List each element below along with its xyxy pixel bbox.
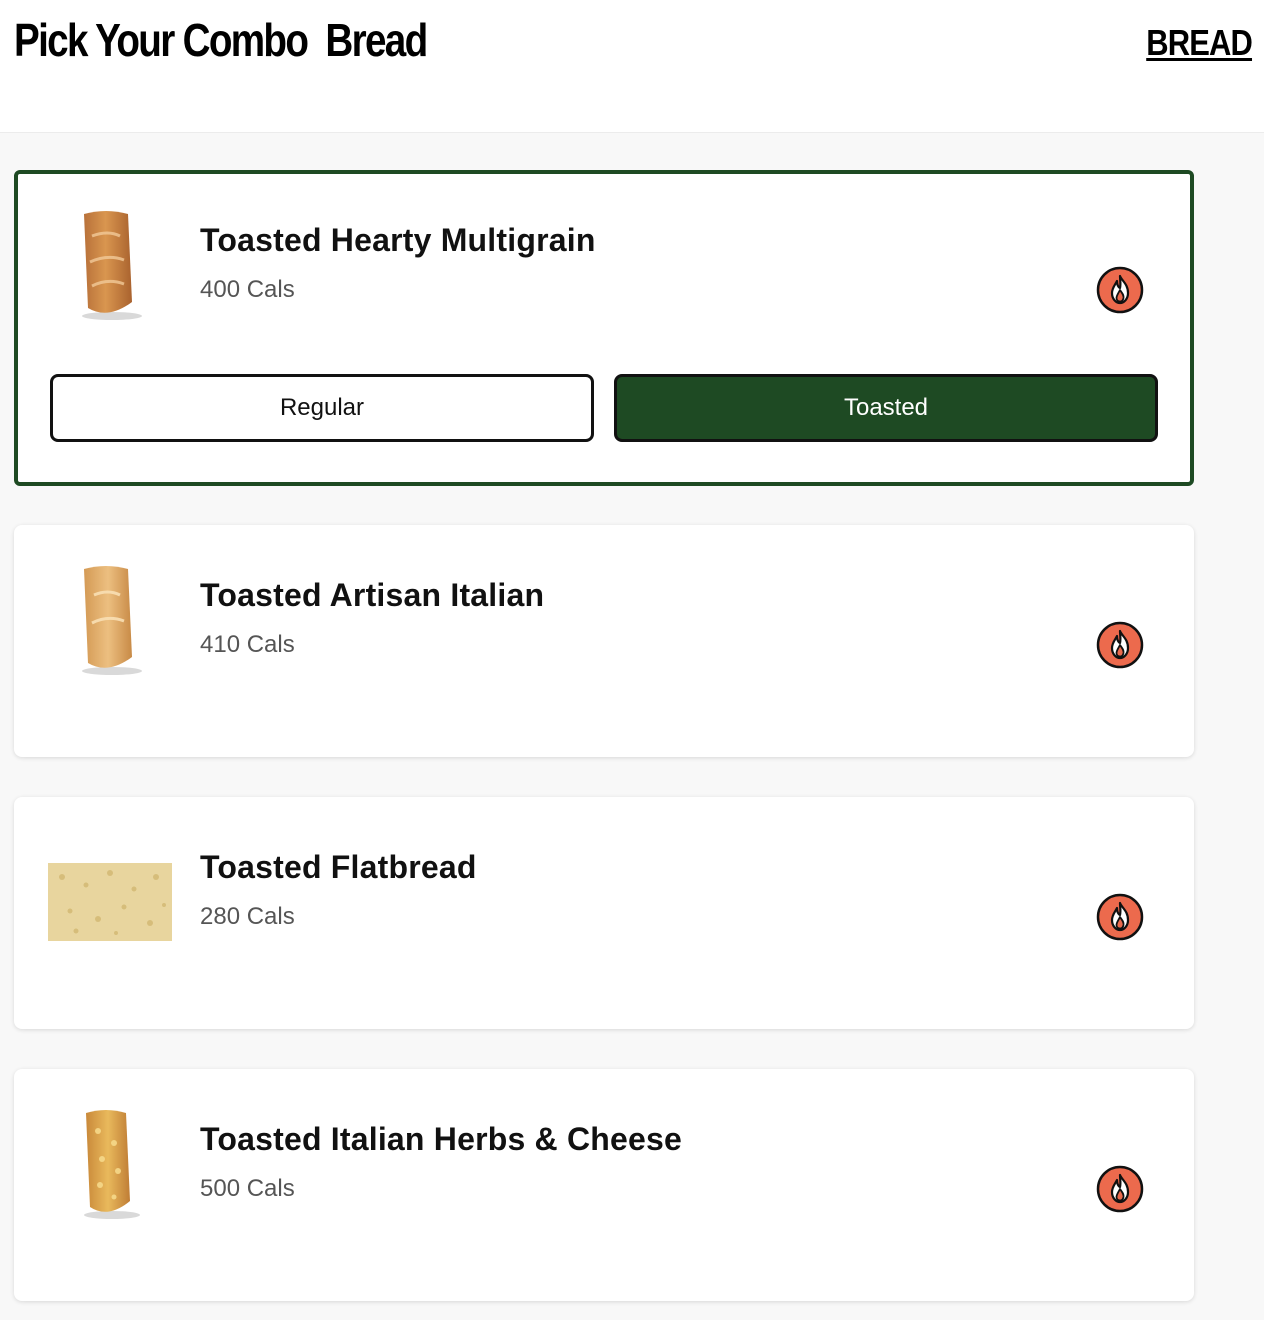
fire-icon <box>1096 621 1144 669</box>
bread-name: Toasted Flatbread <box>200 849 477 885</box>
bread-option-flatbread[interactable]: Toasted Flatbread 280 Cals <box>14 797 1194 1029</box>
italian-bread-image <box>82 566 142 675</box>
fire-icon <box>1096 1165 1144 1213</box>
bread-calories: 500 Cals <box>200 1175 295 1202</box>
bread-name: Toasted Italian Herbs & Cheese <box>200 1121 682 1157</box>
multigrain-bread-image <box>82 211 142 320</box>
page-title: Pick Your Combo Bread <box>14 14 428 66</box>
toast-options: Regular Toasted <box>50 374 1158 442</box>
bread-option-artisan-italian[interactable]: Toasted Artisan Italian 410 Cals <box>14 525 1194 757</box>
bread-option-hearty-multigrain[interactable]: Toasted Hearty Multigrain 400 Cals Regul… <box>14 170 1194 486</box>
bread-name: Toasted Artisan Italian <box>200 577 545 613</box>
bread-name: Toasted Hearty Multigrain <box>200 222 596 258</box>
toasted-button[interactable]: Toasted <box>614 374 1158 442</box>
bread-calories: 280 Cals <box>200 903 295 930</box>
page-header: Pick Your Combo Bread BREAD <box>0 0 1264 133</box>
regular-button[interactable]: Regular <box>50 374 594 442</box>
bread-calories: 410 Cals <box>200 631 295 658</box>
fire-icon <box>1096 266 1144 314</box>
flatbread-image <box>48 863 172 941</box>
fire-icon <box>1096 893 1144 941</box>
herbs-cheese-bread-image <box>84 1110 140 1219</box>
bread-link[interactable]: BREAD <box>1146 22 1253 64</box>
bread-calories: 400 Cals <box>200 276 295 303</box>
bread-option-italian-herbs-cheese[interactable]: Toasted Italian Herbs & Cheese 500 Cals <box>14 1069 1194 1301</box>
